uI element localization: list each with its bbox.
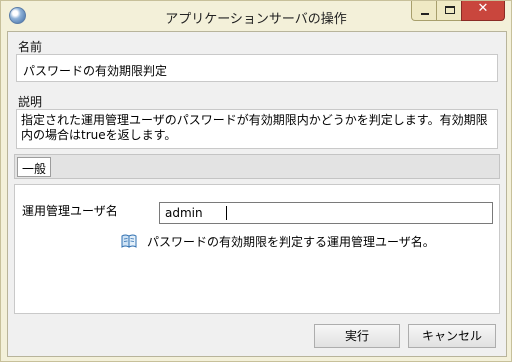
description-label: 説明 [18, 95, 43, 109]
minimize-button[interactable] [411, 1, 437, 21]
title-bar[interactable]: アプリケーションサーバの操作 ✕ [1, 1, 511, 31]
maximize-button[interactable] [436, 1, 462, 21]
admin-user-name-label: 運用管理ユーザ名 [22, 204, 118, 218]
maximize-icon [445, 6, 455, 14]
admin-user-name-hint: パスワードの有効期限を判定する運用管理ユーザ名。 [147, 235, 435, 249]
name-value: パスワードの有効期限判定 [23, 64, 168, 78]
name-label: 名前 [18, 40, 43, 54]
tab-general[interactable]: 一般 [17, 157, 52, 177]
dialog-window: アプリケーションサーバの操作 ✕ 名前 パスワードの有効期限判定 説明 指定され… [0, 0, 512, 362]
book-icon [121, 234, 137, 248]
text-caret [226, 206, 227, 220]
cancel-button[interactable]: キャンセル [408, 324, 496, 348]
tab-strip: 一般 [14, 154, 500, 179]
close-button[interactable]: ✕ [461, 1, 505, 21]
close-icon: ✕ [477, 1, 489, 16]
minimize-icon [421, 13, 429, 15]
description-text: 指定された運用管理ユーザのパスワードが有効期限内かどうかを判定します。有効期限内… [16, 109, 498, 149]
run-button[interactable]: 実行 [314, 324, 400, 348]
parameters-panel: 運用管理ユーザ名 パスワードの有効期限を判定する運用管理ユーザ名。 [14, 184, 500, 314]
dialog-body: 名前 パスワードの有効期限判定 説明 指定された運用管理ユーザのパスワードが有効… [7, 31, 507, 357]
admin-user-name-input[interactable] [159, 202, 493, 224]
name-field: パスワードの有効期限判定 [16, 54, 498, 82]
